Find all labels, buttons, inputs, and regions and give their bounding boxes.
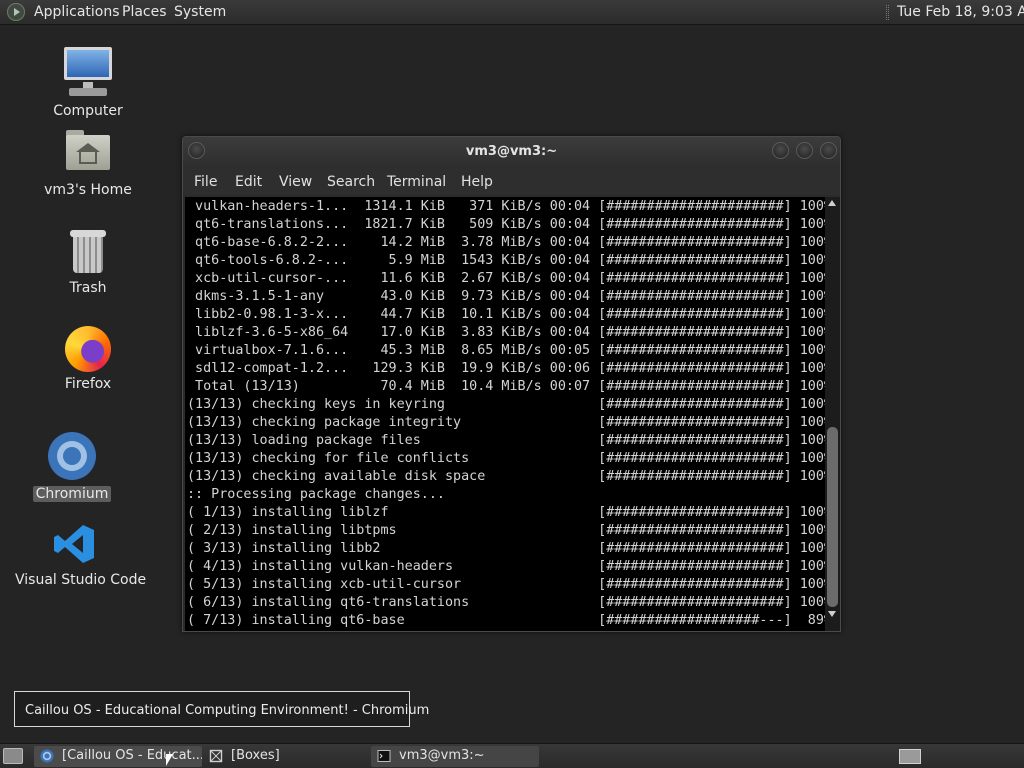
terminal-line: sdl12-compat-1.2... 129.3 KiB 19.9 KiB/s…: [187, 361, 825, 376]
boxes-icon: [209, 749, 223, 763]
scroll-up-arrow-icon[interactable]: [828, 200, 836, 206]
desktop-icon-chromium[interactable]: Chromium: [32, 430, 112, 502]
minimize-button[interactable]: [772, 142, 789, 159]
taskbar-item-boxes[interactable]: [Boxes]: [203, 746, 367, 767]
menu-view[interactable]: View: [279, 174, 312, 190]
desktop-icon-label: Visual Studio Code: [15, 572, 147, 588]
desktop-icon-computer[interactable]: Computer: [48, 45, 128, 119]
menu-help[interactable]: Help: [461, 174, 493, 190]
maximize-button[interactable]: [796, 142, 813, 159]
desktop-icon-vscode[interactable]: Visual Studio Code: [12, 520, 146, 588]
distro-logo-icon[interactable]: [7, 3, 25, 21]
terminal-icon: [377, 750, 391, 762]
terminal-menubar: File Edit View Search Terminal Help: [183, 167, 840, 195]
desktop-icon-label: Computer: [53, 103, 123, 119]
terminal-line: qt6-base-6.8.2-2... 14.2 MiB 3.78 MiB/s …: [187, 235, 825, 250]
mouse-pointer-icon: [166, 754, 173, 766]
terminal-output[interactable]: vulkan-headers-1... 1314.1 KiB 371 KiB/s…: [185, 197, 825, 631]
clock[interactable]: Tue Feb 18, 9:03 AM: [897, 4, 1024, 20]
home-folder-icon: [66, 130, 110, 170]
terminal-line: qt6-translations... 1821.7 KiB 509 KiB/s…: [187, 217, 825, 232]
scrollbar-thumb[interactable]: [827, 427, 838, 607]
top-panel: Applications Places System Tue Feb 18, 9…: [0, 0, 1024, 25]
terminal-line: dkms-3.1.5-1-any 43.0 KiB 9.73 KiB/s 00:…: [187, 289, 825, 304]
terminal-line: libb2-0.98.1-3-x... 44.7 KiB 10.1 KiB/s …: [187, 307, 825, 322]
window-title: vm3@vm3:~: [465, 144, 558, 159]
terminal-line: xcb-util-cursor-... 11.6 KiB 2.67 KiB/s …: [187, 271, 825, 286]
terminal-line: (13/13) loading package files [#########…: [187, 433, 825, 448]
terminal-line: qt6-tools-6.8.2-... 5.9 MiB 1543 KiB/s 0…: [187, 253, 825, 268]
terminal-line: vulkan-headers-1... 1314.1 KiB 371 KiB/s…: [187, 199, 825, 214]
terminal-line: (13/13) checking for file conflicts [###…: [187, 451, 825, 466]
taskbar-item-label: [Caillou OS - Educat...: [62, 748, 202, 763]
desktop-icon-label: Trash: [69, 280, 107, 296]
taskbar-item-label: vm3@vm3:~: [399, 748, 485, 763]
menu-file[interactable]: File: [194, 174, 217, 190]
terminal-line: (13/13) checking package integrity [####…: [187, 415, 825, 430]
menu-edit[interactable]: Edit: [235, 174, 262, 190]
computer-icon: [63, 45, 113, 103]
panel-separator: [886, 5, 889, 20]
places-menu[interactable]: Places: [122, 4, 167, 20]
show-desktop-icon[interactable]: [3, 748, 23, 764]
system-menu[interactable]: System: [174, 4, 226, 20]
terminal-scrollbar[interactable]: [825, 197, 840, 631]
terminal-line: ( 3/13) installing libb2 [##############…: [187, 541, 825, 556]
vscode-icon: [52, 522, 96, 566]
chromium-icon: [40, 749, 54, 763]
terminal-line: ( 4/13) installing vulkan-headers [#####…: [187, 559, 825, 574]
workspace-switcher[interactable]: [899, 749, 921, 764]
terminal-line: ( 5/13) installing xcb-util-cursor [####…: [187, 577, 825, 592]
terminal-line: ( 1/13) installing liblzf [#############…: [187, 505, 825, 520]
terminal-line: (13/13) checking available disk space [#…: [187, 469, 825, 484]
desktop-icon-home[interactable]: vm3's Home: [38, 128, 138, 198]
terminal-line: ( 2/13) installing libtpms [############…: [187, 523, 825, 538]
window-titlebar[interactable]: vm3@vm3:~: [183, 137, 840, 167]
desktop-icon-label: Chromium: [32, 486, 112, 502]
menu-terminal[interactable]: Terminal: [387, 174, 446, 190]
terminal-line: virtualbox-7.1.6... 45.3 MiB 8.65 MiB/s …: [187, 343, 825, 358]
terminal-line: (13/13) checking keys in keyring [######…: [187, 397, 825, 412]
menu-search[interactable]: Search: [327, 174, 375, 190]
taskbar-item-label: [Boxes]: [231, 748, 280, 763]
terminal-line: :: Processing package changes...: [187, 487, 445, 502]
taskbar-item-terminal[interactable]: vm3@vm3:~: [371, 746, 539, 767]
terminal-line: ( 6/13) installing qt6-translations [###…: [187, 595, 825, 610]
terminal-window[interactable]: vm3@vm3:~ File Edit View Search Terminal…: [182, 136, 841, 632]
chromium-icon: [48, 432, 96, 480]
scroll-down-arrow-icon[interactable]: [828, 611, 836, 617]
taskbar-tooltip: Caillou OS - Educational Computing Envir…: [14, 691, 429, 727]
desktop-icon-firefox[interactable]: Firefox: [48, 326, 128, 392]
desktop-icon-label: vm3's Home: [44, 182, 132, 198]
terminal-line: ( 7/13) installing qt6-base [###########…: [187, 613, 825, 628]
close-button[interactable]: [820, 142, 837, 159]
desktop-icon-trash[interactable]: Trash: [48, 228, 128, 296]
taskbar-item-chromium[interactable]: [Caillou OS - Educat...: [34, 746, 202, 767]
bottom-panel: [Caillou OS - Educat... [Boxes] vm3@vm3:…: [0, 743, 1024, 768]
terminal-line: liblzf-3.6-5-x86_64 17.0 KiB 3.83 KiB/s …: [187, 325, 825, 340]
firefox-icon: [65, 326, 111, 372]
desktop-icon-label: Firefox: [64, 376, 112, 392]
terminal-line: Total (13/13) 70.4 MiB 10.4 MiB/s 00:07 …: [187, 379, 825, 394]
applications-menu[interactable]: Applications: [34, 4, 120, 20]
trash-icon: [70, 230, 106, 274]
